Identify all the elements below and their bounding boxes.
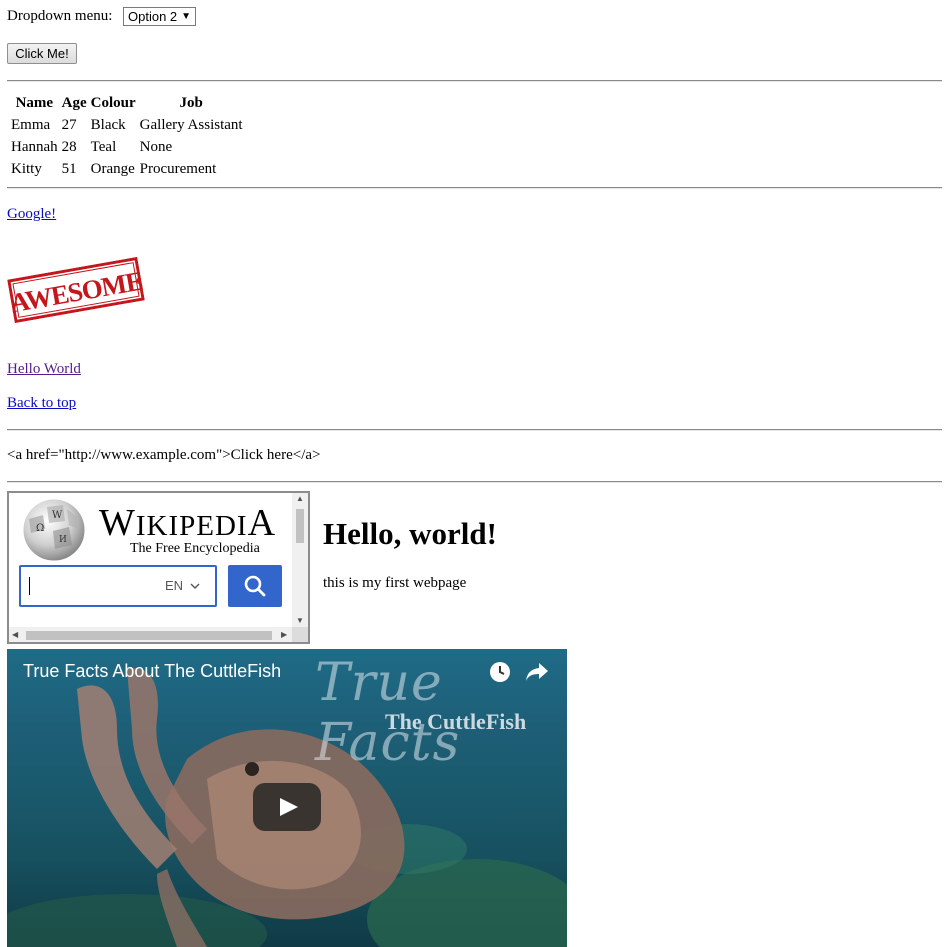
table-cell: 28 (61, 138, 77, 155)
table-cell: Hannah (11, 138, 58, 155)
wikipedia-wordmark: WIKIPEDIA (99, 502, 277, 544)
play-button[interactable] (253, 783, 321, 831)
table-cell: Emma (11, 116, 51, 133)
play-icon (280, 798, 298, 816)
clock-icon[interactable] (489, 661, 511, 688)
table-cell: 51 (61, 160, 77, 177)
language-selector[interactable]: EN (165, 578, 200, 593)
dropdown-label: Dropdown menu: (7, 8, 113, 24)
table-cell: Teal (90, 138, 117, 155)
language-code: EN (165, 578, 184, 593)
table-row: Emma 27 Black Gallery Assistant (10, 115, 244, 135)
video-overlay-subtitle: The CuttleFish (385, 709, 527, 734)
wikipedia-subtitle: The Free Encyclopedia (130, 541, 260, 556)
vertical-scrollbar[interactable]: ▲ ▼ (292, 493, 308, 627)
svg-text:W: W (52, 510, 63, 521)
svg-text:И: И (59, 535, 67, 545)
table-row: Kitty 51 Orange Procurement (10, 159, 244, 179)
divider (7, 187, 942, 189)
awesome-stamp-image: AWESOME (7, 256, 145, 324)
table-cell: Procurement (139, 160, 217, 177)
column-header: Age (61, 94, 87, 111)
scroll-right-arrow-icon[interactable]: ▶ (281, 630, 287, 639)
click-me-button[interactable]: Click Me! (7, 43, 77, 64)
table-cell: Kitty (11, 160, 42, 177)
table-cell: None (139, 138, 173, 155)
divider (7, 481, 942, 483)
video-title[interactable]: True Facts About The CuttleFish (23, 661, 281, 682)
back-to-top-link[interactable]: Back to top (7, 395, 76, 412)
divider (7, 80, 942, 82)
text-caret (29, 577, 30, 595)
page-heading: Hello, world! (323, 516, 497, 551)
svg-text:Ω: Ω (36, 523, 44, 534)
table-cell: 27 (61, 116, 77, 133)
wikipedia-content: Ω W И WIKIPEDIA The Free Encyclopedia EN (9, 493, 293, 627)
hello-world-link[interactable]: Hello World (7, 361, 81, 378)
share-icon[interactable] (525, 661, 549, 688)
divider (7, 429, 942, 431)
table-cell: Orange (90, 160, 135, 177)
search-icon (244, 575, 266, 597)
wikipedia-search-button[interactable] (228, 565, 282, 607)
column-header: Name (15, 94, 54, 111)
scrollbar-corner (292, 627, 308, 642)
intro-paragraph: this is my first webpage (323, 575, 467, 591)
video-embed[interactable]: True Facts About The CuttleFish True Fac… (7, 649, 567, 947)
dropdown-arrow-icon: ▼ (181, 11, 191, 22)
scroll-left-arrow-icon[interactable]: ◀ (12, 630, 18, 639)
column-header: Job (179, 94, 203, 111)
code-example-text: <a href="http://www.example.com">Click h… (7, 447, 321, 463)
table-header-row: Name Age Colour Job (10, 93, 244, 113)
wikipedia-globe-icon: Ω W И (17, 495, 91, 568)
scroll-down-arrow-icon[interactable]: ▼ (296, 616, 304, 625)
scrollbar-thumb[interactable] (26, 631, 272, 640)
wikipedia-search-input[interactable]: EN (19, 565, 217, 607)
table-row: Hannah 28 Teal None (10, 137, 244, 157)
scrollbar-thumb[interactable] (296, 509, 304, 543)
horizontal-scrollbar[interactable]: ◀ ▶ (9, 627, 293, 642)
google-link[interactable]: Google! (7, 206, 56, 223)
people-table: Name Age Colour Job Emma 27 Black Galler… (8, 91, 246, 181)
table-cell: Black (90, 116, 126, 133)
chevron-down-icon (190, 583, 200, 589)
table-cell: Gallery Assistant (139, 116, 243, 133)
column-header: Colour (90, 94, 136, 111)
scroll-up-arrow-icon[interactable]: ▲ (296, 494, 304, 503)
dropdown-selected-value: Option 2 (128, 9, 178, 24)
wikipedia-iframe[interactable]: Ω W И WIKIPEDIA The Free Encyclopedia EN (7, 491, 310, 644)
dropdown-select[interactable]: Option 2 ▼ (123, 7, 196, 26)
